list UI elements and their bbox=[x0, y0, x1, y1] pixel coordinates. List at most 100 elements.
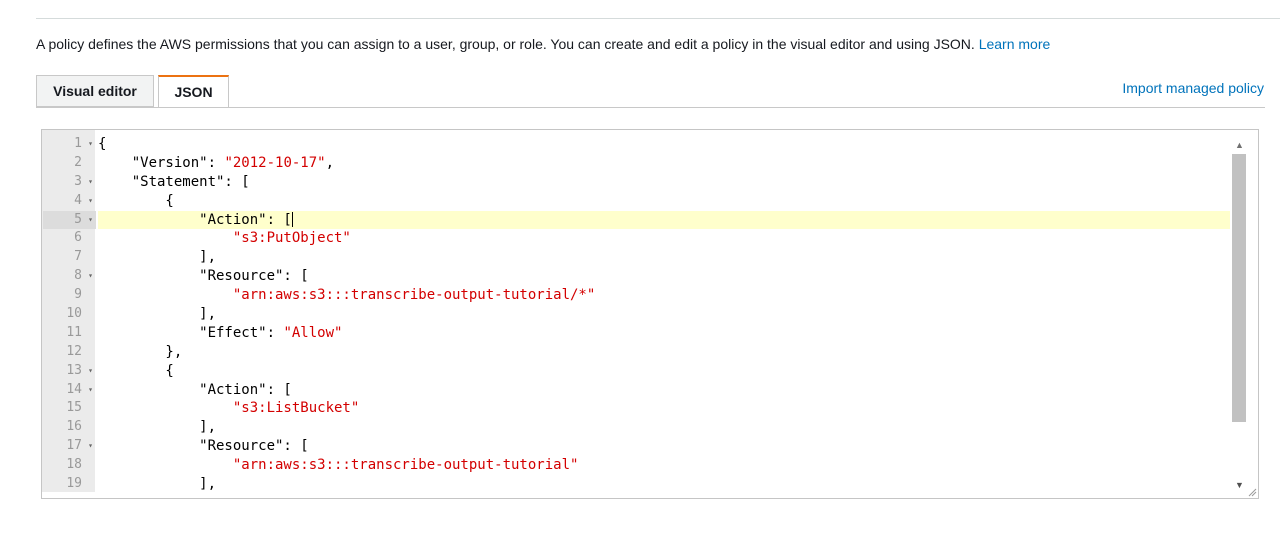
learn-more-link[interactable]: Learn more bbox=[979, 36, 1051, 52]
code-line[interactable]: "Resource": [ bbox=[98, 437, 1230, 456]
code-token: "Effect": bbox=[98, 324, 284, 341]
tab-visual-editor[interactable]: Visual editor bbox=[36, 75, 154, 107]
code-line[interactable]: "Action": [ bbox=[98, 381, 1230, 400]
code-line[interactable]: }, bbox=[98, 343, 1230, 362]
code-token: "Version": bbox=[98, 154, 225, 171]
code-string: "arn:aws:s3:::transcribe-output-tutorial… bbox=[232, 287, 596, 304]
code-token: ], bbox=[98, 249, 217, 266]
code-string: "arn:aws:s3:::transcribe-output-tutorial… bbox=[232, 457, 579, 474]
code-line[interactable]: "Effect": "Allow" bbox=[98, 324, 1230, 343]
code-line[interactable]: "arn:aws:s3:::transcribe-output-tutorial… bbox=[98, 286, 1230, 305]
tabs-underline bbox=[36, 107, 1265, 108]
code-token: ], bbox=[98, 419, 217, 436]
line-number-text: 8 bbox=[74, 268, 82, 284]
code-line[interactable]: { bbox=[98, 135, 1230, 154]
line-number-text: 11 bbox=[66, 324, 82, 340]
code-line[interactable]: "arn:aws:s3:::transcribe-output-tutorial… bbox=[98, 456, 1230, 475]
code-line[interactable]: "Resource": [ bbox=[98, 267, 1230, 286]
code-string: "Allow" bbox=[283, 324, 343, 341]
code-line[interactable]: ], bbox=[98, 248, 1230, 267]
line-number-text: 10 bbox=[66, 306, 82, 322]
code-token: }, bbox=[98, 343, 183, 360]
fold-arrow-icon[interactable]: ▾ bbox=[88, 362, 93, 381]
line-number-text: 6 bbox=[74, 230, 82, 246]
code-token: ], bbox=[98, 476, 217, 493]
line-number-text: 7 bbox=[74, 249, 82, 265]
code-token: { bbox=[98, 362, 174, 379]
policy-description-text: A policy defines the AWS permissions tha… bbox=[36, 36, 979, 52]
line-number: 2 bbox=[43, 154, 96, 173]
code-line[interactable]: { bbox=[98, 192, 1230, 211]
scrollbar-thumb[interactable] bbox=[1232, 154, 1246, 422]
text-cursor bbox=[291, 212, 293, 228]
code-string: "s3:ListBucket" bbox=[232, 400, 360, 417]
code-token: "Action": [ bbox=[98, 211, 292, 228]
code-string: "s3:PutObject" bbox=[232, 230, 351, 247]
code-token: { bbox=[98, 192, 174, 209]
fold-arrow-icon[interactable]: ▾ bbox=[88, 135, 93, 154]
scroll-down-arrow-icon[interactable]: ▼ bbox=[1235, 480, 1244, 490]
line-number-text: 19 bbox=[66, 476, 82, 492]
json-code-editor[interactable]: 1 ▾ 2 3 ▾ 4 ▾ 5 ▾ 6 7 8 ▾ 9 10 11 12 13 ▾ 14 ▾ 15 16 17 ▾ 18 19 { … bbox=[41, 129, 1259, 499]
line-number: 16 bbox=[43, 418, 96, 437]
code-area[interactable]: { "Version": "2012-10-17", "Statement": … bbox=[98, 135, 1230, 494]
line-number: 5 ▾ bbox=[43, 210, 96, 230]
code-token: , bbox=[325, 154, 335, 171]
line-number-text: 17 bbox=[66, 438, 82, 454]
import-managed-policy-link[interactable]: Import managed policy bbox=[1122, 80, 1264, 96]
fold-arrow-icon[interactable]: ▾ bbox=[88, 211, 93, 230]
fold-arrow-icon[interactable]: ▾ bbox=[88, 381, 93, 400]
line-number-text: 5 bbox=[74, 211, 82, 227]
line-number: 9 bbox=[43, 286, 96, 305]
code-line[interactable]: "Action": [ bbox=[98, 210, 1230, 230]
line-number-text: 9 bbox=[74, 287, 82, 303]
code-token: "Statement": [ bbox=[98, 173, 250, 190]
line-number: 6 bbox=[43, 229, 96, 248]
line-number-text: 12 bbox=[66, 343, 82, 359]
code-line[interactable]: "Statement": [ bbox=[98, 173, 1230, 192]
fold-arrow-icon[interactable]: ▾ bbox=[88, 173, 93, 192]
code-token: { bbox=[98, 136, 107, 152]
code-line[interactable]: ], bbox=[98, 475, 1230, 494]
vertical-scrollbar[interactable]: ▲ ▼ bbox=[1232, 136, 1246, 492]
line-numbers: 1 ▾ 2 3 ▾ 4 ▾ 5 ▾ 6 7 8 ▾ 9 10 11 12 13 ▾ 14 ▾ 15 16 17 ▾ 18 19 bbox=[43, 135, 96, 494]
line-number-text: 13 bbox=[66, 362, 82, 378]
resize-grip-icon[interactable] bbox=[1248, 488, 1257, 497]
code-line[interactable]: ], bbox=[98, 418, 1230, 437]
code-line[interactable]: "Version": "2012-10-17", bbox=[98, 154, 1230, 173]
line-number-text: 18 bbox=[66, 457, 82, 473]
line-number-text: 2 bbox=[74, 154, 82, 170]
code-line[interactable]: ], bbox=[98, 305, 1230, 324]
code-line[interactable]: "s3:PutObject" bbox=[98, 229, 1230, 248]
line-number-text: 4 bbox=[74, 192, 82, 208]
line-number-text: 1 bbox=[74, 136, 82, 151]
code-token: "Action": [ bbox=[98, 381, 292, 398]
line-number: 1 ▾ bbox=[43, 135, 96, 154]
line-number: 14 ▾ bbox=[43, 381, 96, 400]
line-number: 8 ▾ bbox=[43, 267, 96, 286]
line-number: 3 ▾ bbox=[43, 173, 96, 192]
fold-arrow-icon[interactable]: ▾ bbox=[88, 267, 93, 286]
fold-arrow-icon[interactable]: ▾ bbox=[88, 437, 93, 456]
fold-arrow-icon[interactable]: ▾ bbox=[88, 192, 93, 211]
code-token: "Resource": [ bbox=[98, 268, 309, 285]
line-number: 17 ▾ bbox=[43, 437, 96, 456]
code-line[interactable]: "s3:ListBucket" bbox=[98, 399, 1230, 418]
line-number-text: 15 bbox=[66, 400, 82, 416]
line-number: 12 bbox=[43, 343, 96, 362]
scroll-up-arrow-icon[interactable]: ▲ bbox=[1235, 140, 1244, 150]
code-line[interactable]: { bbox=[98, 362, 1230, 381]
top-divider bbox=[36, 18, 1280, 19]
line-number: 4 ▾ bbox=[43, 192, 96, 211]
code-string: "2012-10-17" bbox=[224, 154, 326, 171]
line-number: 13 ▾ bbox=[43, 362, 96, 381]
tab-json[interactable]: JSON bbox=[158, 75, 229, 108]
line-number-text: 16 bbox=[66, 419, 82, 435]
code-token: ], bbox=[98, 306, 217, 323]
policy-description: A policy defines the AWS permissions tha… bbox=[36, 36, 1050, 52]
line-number: 7 bbox=[43, 248, 96, 267]
